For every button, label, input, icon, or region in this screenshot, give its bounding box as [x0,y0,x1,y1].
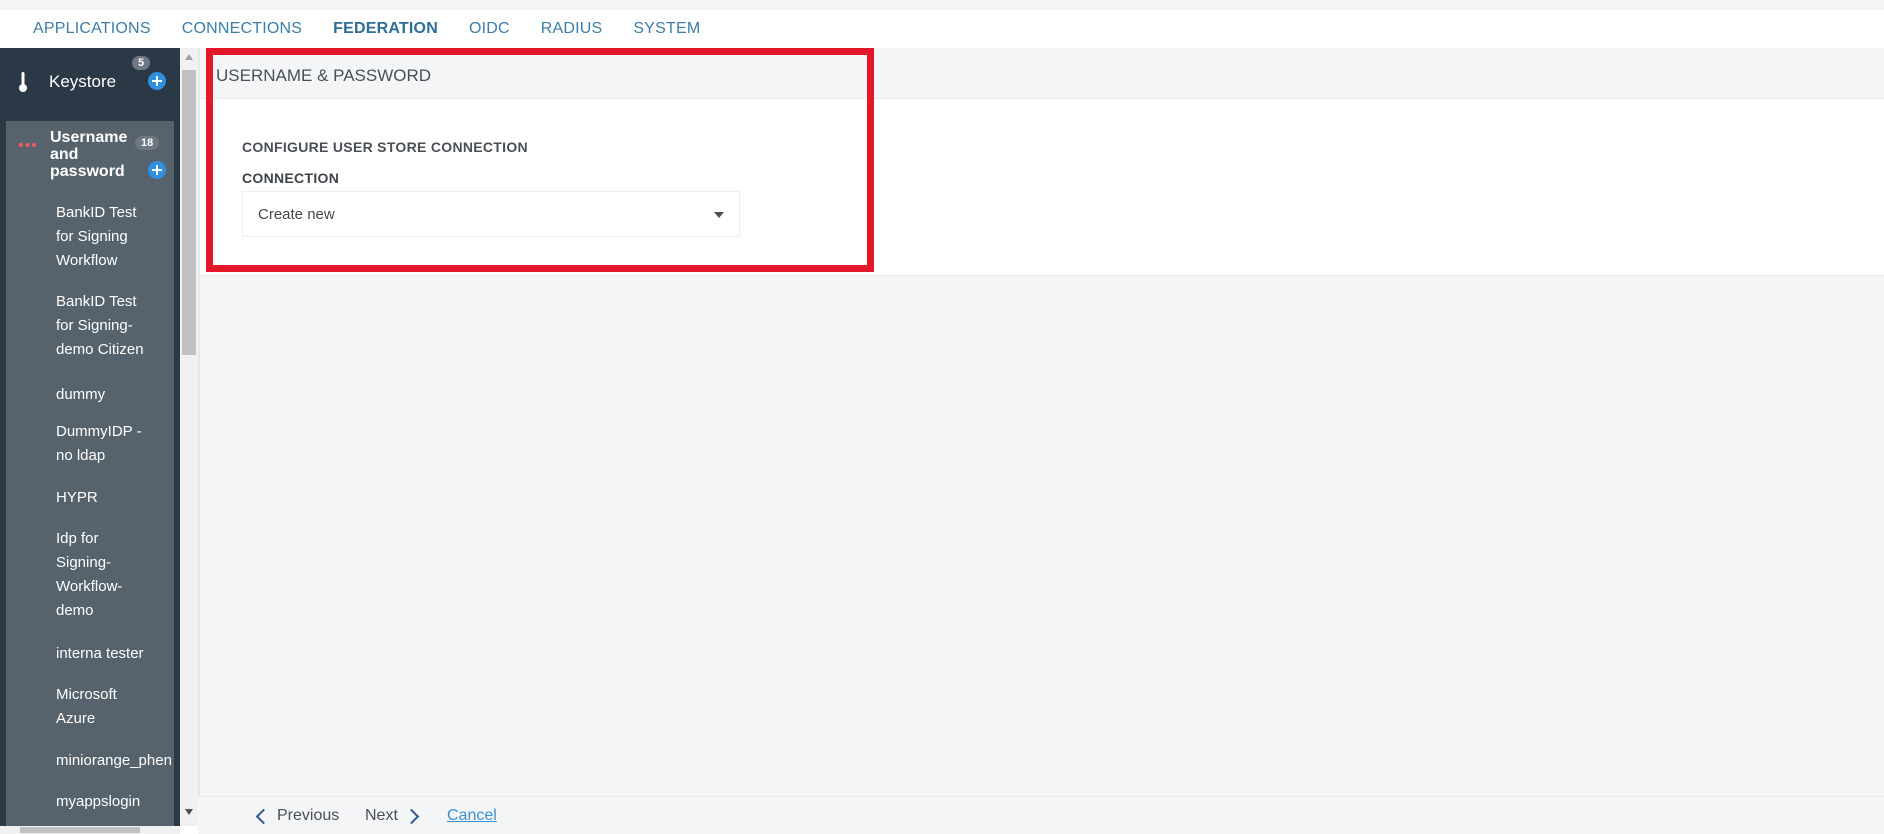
previous-label: Previous [277,807,340,824]
chevron-left-icon [255,808,272,824]
wizard-footer: Previous Next Cancel [198,796,1884,834]
list-item[interactable]: BankID Test for Signing Workflow [56,201,156,273]
tab-federation[interactable]: FEDERATION [333,20,438,38]
connection-select[interactable]: Create new [242,191,740,237]
section-title: CONFIGURE USER STORE CONNECTION [242,139,528,155]
next-label: Next [365,807,398,824]
sidebar-scrollbar[interactable] [180,48,198,826]
count-badge: 18 [135,136,160,150]
previous-button[interactable]: Previous [255,807,340,825]
tab-system[interactable]: SYSTEM [633,20,700,38]
next-button[interactable]: Next [365,807,420,825]
list-item[interactable]: dummy [56,383,180,407]
tab-oidc[interactable]: OIDC [469,20,510,38]
list-item[interactable]: Microsoft Azure [56,683,136,731]
card-header: USERNAME & PASSWORD [200,48,1884,99]
add-keystore-button[interactable] [148,72,166,90]
scroll-down-icon[interactable] [185,809,193,815]
scrollbar-thumb[interactable] [182,70,196,355]
list-item[interactable]: HYPR [56,486,180,510]
list-item[interactable]: Idp for Signing-Workflow-demo [56,527,136,623]
sidebar-group-username-password[interactable]: Username and password [50,129,140,180]
main-content: USERNAME & PASSWORD CONFIGURE USER STORE… [198,48,1884,834]
count-badge: 5 [132,56,151,70]
list-item[interactable]: interna tester [56,642,180,666]
top-navigation: APPLICATIONS CONNECTIONS FEDERATION OIDC… [0,0,1884,48]
tab-connections[interactable]: CONNECTIONS [182,20,302,38]
connection-label: CONNECTION [242,170,340,186]
sidebar-horizontal-scrollbar[interactable] [0,826,180,834]
list-item[interactable]: BankID Test for Signing-demo Citizen [56,290,156,362]
nav-tabs: APPLICATIONS CONNECTIONS FEDERATION OIDC… [33,20,731,38]
page-title: USERNAME & PASSWORD [216,66,432,85]
tab-radius[interactable]: RADIUS [541,20,603,38]
caret-down-icon [714,212,724,218]
chevron-right-icon [403,808,420,824]
list-item[interactable]: myappslogin [56,790,180,814]
sidebar-item-keystore[interactable]: Keystore 5 [0,48,180,118]
more-icon[interactable]: ••• [18,138,38,154]
thermometer-icon [19,72,27,92]
add-connection-button[interactable] [148,161,166,179]
scroll-up-icon[interactable] [185,54,193,60]
list-item[interactable]: DummyIDP - no ldap [56,420,156,468]
connection-select-value: Create new [258,206,335,223]
cancel-link[interactable]: Cancel [447,807,497,825]
sidebar-group-panel: ••• Username and password 18 BankID Test… [6,121,174,834]
tab-applications[interactable]: APPLICATIONS [33,20,151,38]
sidebar: Keystore 5 ••• Username and password 18 … [0,48,180,834]
scrollbar-thumb[interactable] [20,827,140,833]
connection-card: USERNAME & PASSWORD CONFIGURE USER STORE… [200,48,1884,276]
sidebar-item-label: Keystore [49,72,117,91]
list-item[interactable]: miniorange_phen [56,749,180,773]
